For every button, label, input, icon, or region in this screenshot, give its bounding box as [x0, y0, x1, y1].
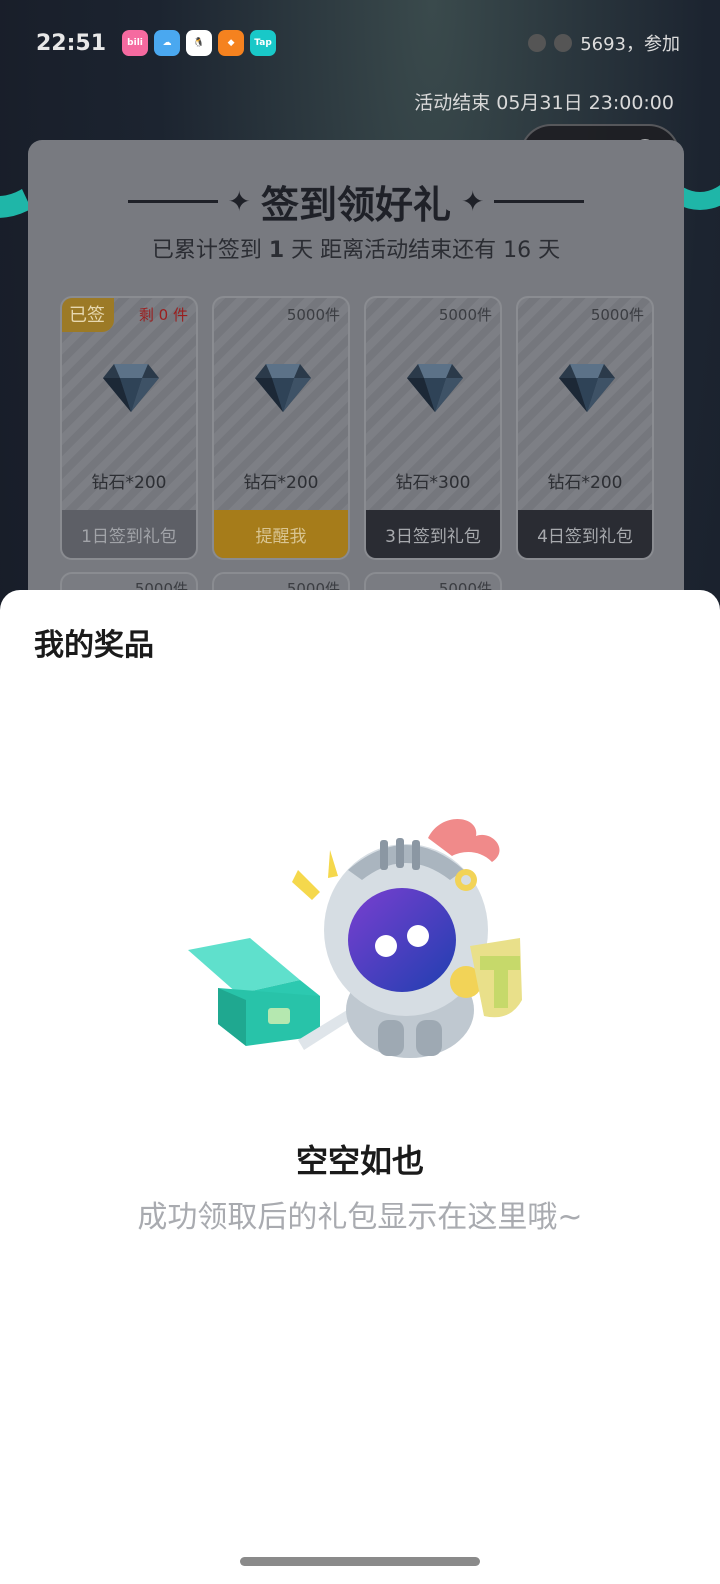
- game-app-icon: ◆: [218, 30, 245, 56]
- gift-card[interactable]: 已签 剩 0 件 钻石*200 1日签到礼包: [60, 296, 198, 560]
- sparkle-icon: ✦: [461, 185, 485, 218]
- gift-name: 钻石*200: [243, 473, 319, 493]
- bilibili-app-icon: bili: [122, 30, 149, 56]
- signed-days: 1: [268, 238, 285, 263]
- gift-list: 已签 剩 0 件 钻石*200 1日签到礼包 5000件 钻石*200 提醒我 …: [60, 296, 654, 560]
- status-right: 5693，参加: [528, 30, 680, 56]
- notification-icon: [528, 34, 547, 52]
- gift-claim-button[interactable]: 1日签到礼包: [62, 510, 196, 558]
- diamond-icon: [559, 364, 615, 412]
- diamond-icon: [255, 364, 311, 412]
- qq-app-icon: 🐧: [186, 30, 213, 56]
- remind-me-button[interactable]: 提醒我: [214, 510, 348, 558]
- status-time: 22:51: [36, 30, 107, 56]
- gift-claim-button[interactable]: 3日签到礼包: [366, 510, 500, 558]
- gift-card[interactable]: 5000件 钻石*200 提醒我: [212, 296, 350, 560]
- avatar: [554, 34, 573, 52]
- summary-suffix: 天: [538, 238, 561, 263]
- weather-app-icon: ☁: [154, 30, 181, 56]
- sign-in-card: ✦ 签到领好礼 ✦ 已累计签到 1 天 距离活动结束还有 16 天 已签 剩 0…: [28, 140, 684, 632]
- title-line-right: [494, 200, 585, 203]
- gift-stock: 5000件: [286, 306, 340, 324]
- treasure-chest-icon: [188, 938, 320, 1046]
- title-line-left: [127, 200, 218, 203]
- empty-state-description: 成功领取后的礼包显示在这里哦~: [137, 1200, 583, 1235]
- sign-in-summary: 已累计签到 1 天 距离活动结束还有 16 天: [28, 232, 684, 264]
- gift-card[interactable]: 5000件 钻石*300 3日签到礼包: [364, 296, 502, 560]
- summary-mid: 天 距离活动结束还有: [291, 238, 497, 263]
- activity-end-time: 活动结束 05月31日 23:00:00: [414, 92, 674, 114]
- card-title: 签到领好礼: [260, 183, 451, 227]
- gift-name: 钻石*200: [91, 473, 167, 493]
- diamond-icon: [103, 364, 159, 412]
- gift-card[interactable]: 5000件 钻石*200 4日签到礼包: [516, 296, 654, 560]
- gift-stock: 剩 0 件: [138, 306, 188, 324]
- gift-stock: 5000件: [590, 306, 644, 324]
- diamond-icon: [407, 364, 463, 412]
- card-title-row: ✦ 签到领好礼 ✦: [28, 174, 684, 229]
- empty-state-title: 空空如也: [295, 1142, 424, 1180]
- taptap-app-icon: Tap: [250, 30, 277, 56]
- knight-mascot-illustration: [188, 818, 522, 1058]
- summary-prefix: 已累计签到: [151, 238, 262, 263]
- sparkle-icon: ✦: [227, 185, 251, 218]
- gift-claim-button[interactable]: 4日签到礼包: [518, 510, 652, 558]
- home-indicator[interactable]: [240, 1557, 480, 1566]
- my-prizes-sheet: 我的奖品 空空如也 成功领取后的礼包显示在这里哦~: [0, 590, 720, 1584]
- status-right-text: 5693，参加: [580, 34, 680, 55]
- gift-name: 钻石*200: [547, 473, 623, 493]
- gift-stock: 5000件: [438, 306, 492, 324]
- gift-name: 钻石*300: [395, 473, 471, 493]
- days-left: 16: [503, 238, 532, 263]
- sheet-title: 我的奖品: [34, 628, 154, 663]
- signed-badge: 已签: [62, 298, 114, 332]
- status-bar: 22:51 bili ☁ 🐧 ◆ Tap 5693，参加: [36, 26, 680, 60]
